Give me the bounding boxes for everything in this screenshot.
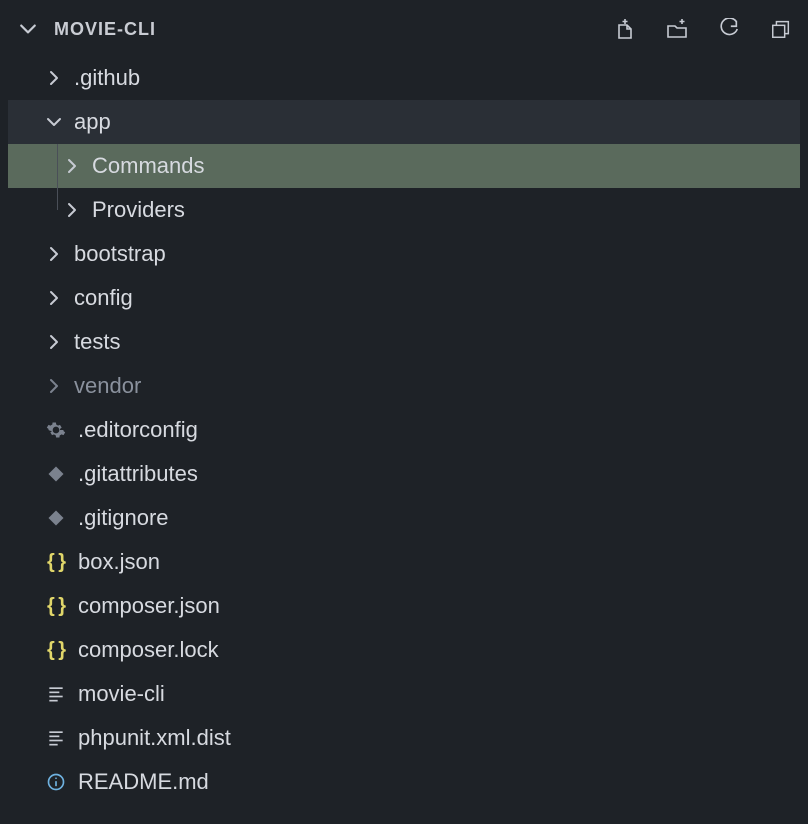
explorer-title-wrap[interactable]: MOVIE-CLI xyxy=(18,19,612,40)
folder-label: Commands xyxy=(92,153,204,179)
project-title: MOVIE-CLI xyxy=(54,19,156,40)
folder-row[interactable]: bootstrap xyxy=(8,232,808,276)
diamond-icon xyxy=(44,506,68,530)
folder-label: vendor xyxy=(74,373,141,399)
file-row[interactable]: { } box.json xyxy=(8,540,808,584)
file-row[interactable]: { } composer.json xyxy=(8,584,808,628)
indent-guide xyxy=(57,144,58,188)
refresh-icon[interactable] xyxy=(716,16,742,42)
chevron-right-icon xyxy=(44,332,64,352)
file-label: .gitattributes xyxy=(78,461,198,487)
file-label: phpunit.xml.dist xyxy=(78,725,231,751)
file-row[interactable]: .editorconfig xyxy=(8,408,808,452)
folder-label: Providers xyxy=(92,197,185,223)
json-icon: { } xyxy=(44,594,68,618)
folder-label: tests xyxy=(74,329,120,355)
file-row[interactable]: { } composer.lock xyxy=(8,628,808,672)
folder-row[interactable]: config xyxy=(8,276,808,320)
folder-row[interactable]: Commands xyxy=(8,144,800,188)
chevron-down-icon xyxy=(18,19,38,39)
gear-icon xyxy=(44,418,68,442)
chevron-right-icon xyxy=(62,156,82,176)
explorer-header: MOVIE-CLI xyxy=(0,8,808,50)
lines-icon xyxy=(44,682,68,706)
folder-row[interactable]: tests xyxy=(8,320,808,364)
indent-guide xyxy=(57,188,58,210)
file-label: README.md xyxy=(78,769,209,795)
file-label: composer.json xyxy=(78,593,220,619)
file-tree: .github app Commands Providers bootstrap conf… xyxy=(8,56,808,804)
file-row[interactable]: movie-cli xyxy=(8,672,808,716)
folder-label: .github xyxy=(74,65,140,91)
json-icon: { } xyxy=(44,638,68,662)
folder-label: bootstrap xyxy=(74,241,166,267)
chevron-right-icon xyxy=(62,200,82,220)
folder-row[interactable]: vendor xyxy=(8,364,808,408)
collapse-all-icon[interactable] xyxy=(768,16,794,42)
new-file-icon[interactable] xyxy=(612,16,638,42)
chevron-right-icon xyxy=(44,288,64,308)
folder-row[interactable]: app xyxy=(8,100,800,144)
file-row[interactable]: .gitignore xyxy=(8,496,808,540)
lines-icon xyxy=(44,726,68,750)
file-label: .editorconfig xyxy=(78,417,198,443)
file-row[interactable]: .gitattributes xyxy=(8,452,808,496)
folder-label: app xyxy=(74,109,111,135)
folder-row[interactable]: Providers xyxy=(8,188,808,232)
info-icon xyxy=(44,770,68,794)
diamond-icon xyxy=(44,462,68,486)
folder-label: config xyxy=(74,285,133,311)
explorer-panel: MOVIE-CLI .github app Commands Providers boo… xyxy=(0,0,808,824)
file-label: composer.lock xyxy=(78,637,219,663)
chevron-right-icon xyxy=(44,68,64,88)
file-label: .gitignore xyxy=(78,505,169,531)
folder-row[interactable]: .github xyxy=(8,56,808,100)
new-folder-icon[interactable] xyxy=(664,16,690,42)
file-row[interactable]: phpunit.xml.dist xyxy=(8,716,808,760)
file-label: box.json xyxy=(78,549,160,575)
file-label: movie-cli xyxy=(78,681,165,707)
chevron-right-icon xyxy=(44,244,64,264)
file-row[interactable]: README.md xyxy=(8,760,808,804)
chevron-right-icon xyxy=(44,376,64,396)
json-icon: { } xyxy=(44,550,68,574)
chevron-down-icon xyxy=(44,112,64,132)
explorer-actions xyxy=(612,16,794,42)
